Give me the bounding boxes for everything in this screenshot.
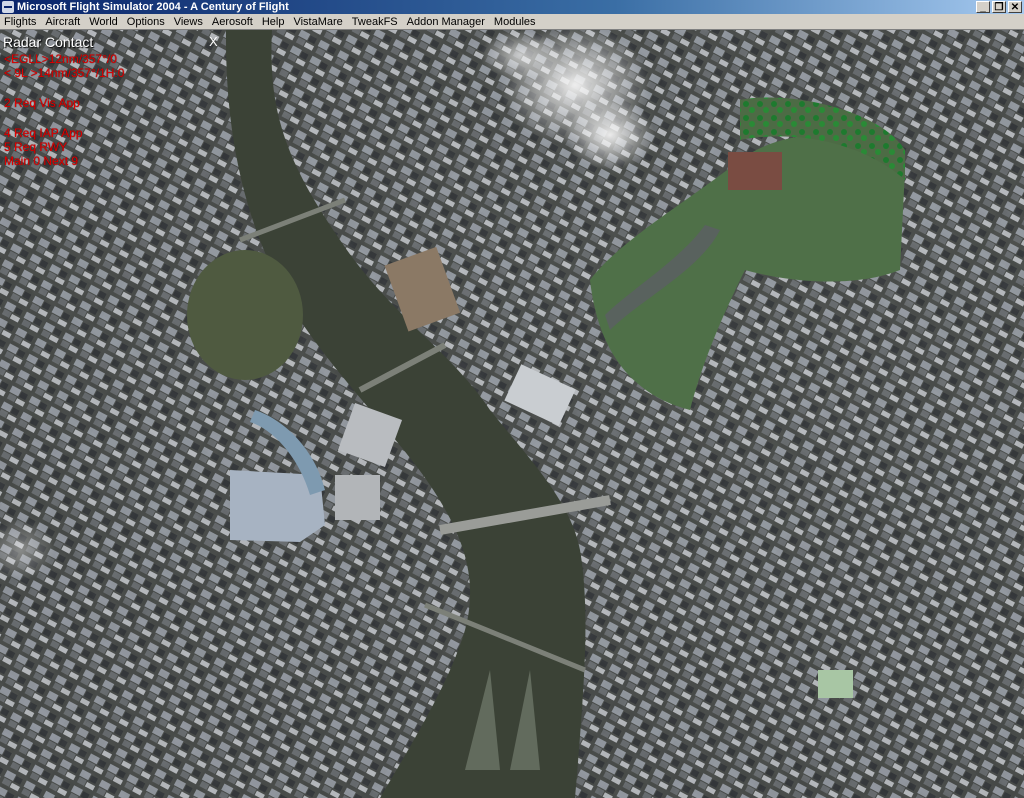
radar-close-button[interactable]: X	[209, 34, 218, 50]
menu-options[interactable]: Options	[123, 14, 170, 29]
menu-help[interactable]: Help	[258, 14, 290, 29]
cloud-3	[480, 30, 560, 80]
radar-option-rwy[interactable]: 5 Req RWY	[4, 140, 67, 154]
close-button[interactable]: ✕	[1008, 1, 1022, 13]
menu-vistamare[interactable]: VistaMare	[289, 14, 347, 29]
radar-option-vis-app[interactable]: 2 Req Vis App	[4, 96, 80, 110]
radar-contact-panel: Radar Contact X <EGLL>12nm/357°/0 < 9L >…	[0, 30, 225, 170]
building-green	[818, 670, 853, 698]
menu-tweakfs[interactable]: TweakFS	[348, 14, 403, 29]
menu-views[interactable]: Views	[170, 14, 208, 29]
palace	[728, 152, 782, 190]
menu-aerosoft[interactable]: Aerosoft	[208, 14, 258, 29]
radar-option-main-next[interactable]: Main 0 Next 9	[4, 154, 78, 168]
radar-line-airport: <EGLL>12nm/357°/0	[4, 52, 117, 66]
app-icon	[2, 1, 14, 13]
cloud-2	[565, 100, 655, 170]
window-titlebar: Microsoft Flight Simulator 2004 - A Cent…	[0, 0, 1024, 14]
menu-flights[interactable]: Flights	[0, 14, 41, 29]
small-park	[187, 250, 303, 380]
radar-option-iap-app[interactable]: 4 Req IAP App	[4, 126, 83, 140]
maximize-button[interactable]: ❐	[992, 1, 1006, 13]
menu-bar: Flights Aircraft World Options Views Aer…	[0, 14, 1024, 30]
window-title: Microsoft Flight Simulator 2004 - A Cent…	[17, 1, 289, 13]
menu-aircraft[interactable]: Aircraft	[41, 14, 85, 29]
menu-addon-manager[interactable]: Addon Manager	[403, 14, 490, 29]
menu-world[interactable]: World	[85, 14, 123, 29]
menu-modules[interactable]: Modules	[490, 14, 541, 29]
radar-title: Radar Contact	[3, 34, 94, 50]
window-controls: _ ❐ ✕	[976, 1, 1022, 13]
minimize-button[interactable]: _	[976, 1, 990, 13]
building-white-3	[335, 475, 380, 520]
radar-line-runway: < 9L >14nm/357°/1H:0	[4, 66, 125, 80]
